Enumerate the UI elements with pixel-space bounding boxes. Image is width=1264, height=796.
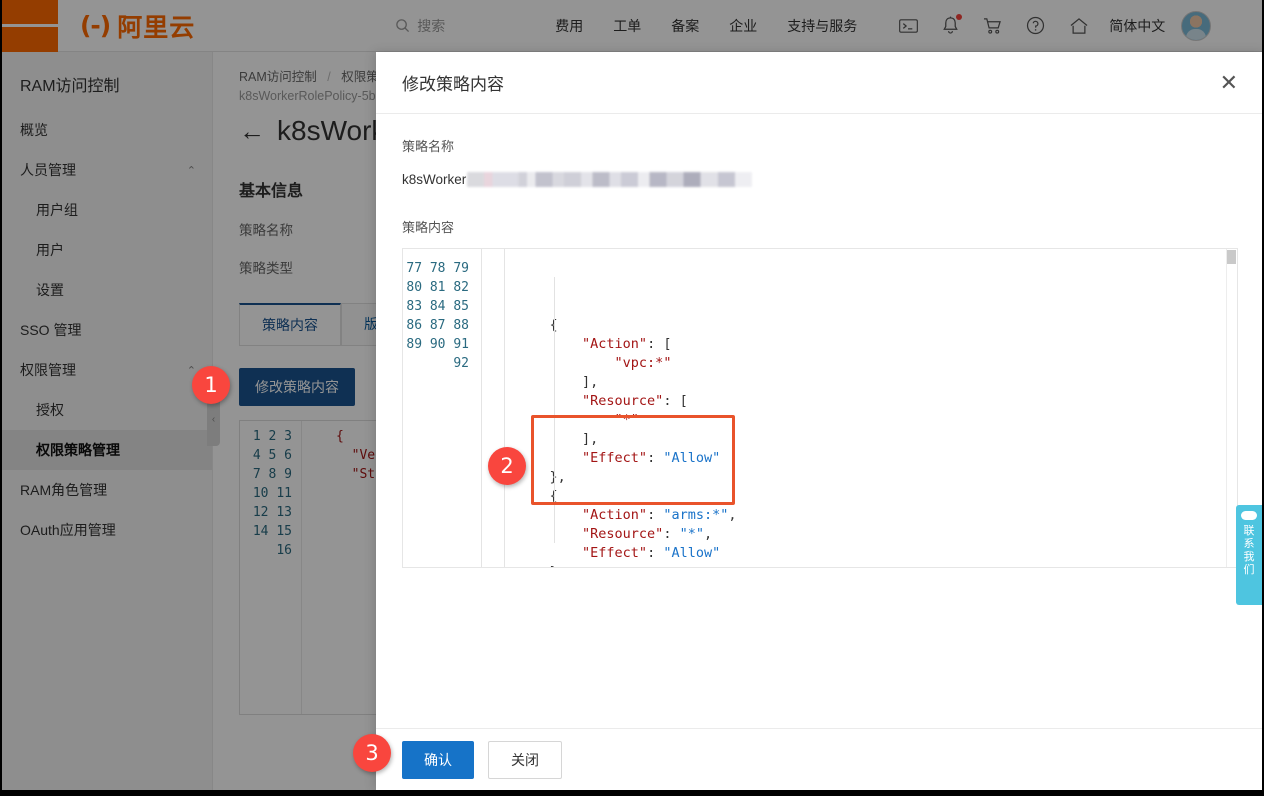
policy-code-editor[interactable]: 77 78 79 80 81 82 83 84 85 86 87 88 89 9…: [402, 248, 1238, 568]
label-policy-name: 策略名称: [402, 139, 455, 154]
fold-gutter[interactable]: [481, 249, 505, 567]
contact-us-widget[interactable]: 联系我们: [1236, 505, 1262, 605]
chat-bubble-icon: [1241, 511, 1257, 520]
modal-body: 策略名称 k8sWorker 策略内容 77 78 79 80 81 82 83…: [376, 114, 1262, 728]
policy-name-value: k8sWorker: [402, 169, 1240, 189]
contact-us-label: 联系我们: [1243, 525, 1255, 576]
indent-guide: [554, 277, 555, 543]
line-number-gutter: 77 78 79 80 81 82 83 84 85 86 87 88 89 9…: [403, 249, 481, 567]
redacted-text-block: [467, 171, 753, 187]
modal-header: 修改策略内容 ✕: [376, 52, 1262, 114]
step-badge-3: 3: [353, 734, 391, 772]
policy-name-text: k8sWorker: [402, 171, 467, 187]
label-policy-content: 策略内容: [402, 220, 455, 235]
edit-policy-modal: 修改策略内容 ✕ 策略名称 k8sWorker 策略内容 77 78 79 80…: [376, 52, 1262, 790]
close-button[interactable]: 关闭: [488, 740, 562, 779]
editor-scrollbar-thumb[interactable]: [1227, 250, 1236, 264]
close-icon[interactable]: ✕: [1220, 71, 1238, 94]
modal-title: 修改策略内容: [402, 75, 504, 94]
code-text-area[interactable]: { "Action": [ "vpc:*" ], "Resource": [ "…: [505, 249, 1237, 567]
modal-footer: 确认 关闭: [376, 728, 1262, 790]
screenshot-root: (-) 阿里云 搜索 费用 工单 备案 企业 支持与服务 简体中文 RAM访问控…: [0, 0, 1264, 796]
confirm-button[interactable]: 确认: [402, 740, 474, 779]
step-badge-2: 2: [488, 447, 526, 485]
step-badge-1: 1: [192, 366, 230, 404]
